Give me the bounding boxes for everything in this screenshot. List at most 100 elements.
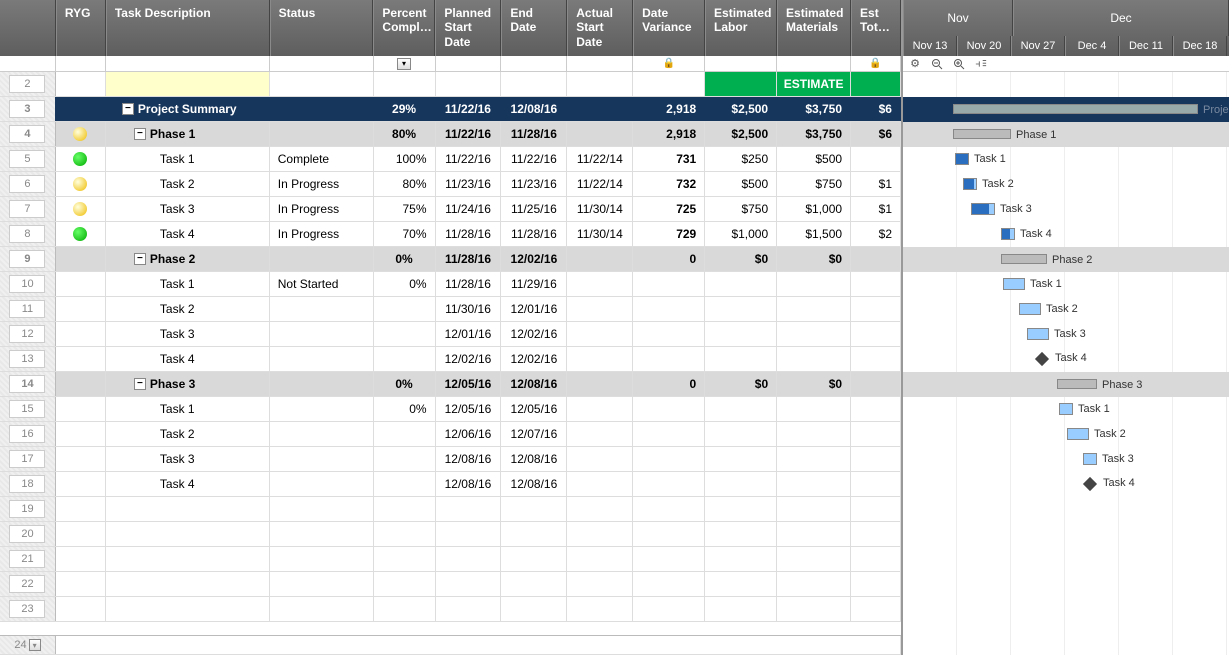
zoom-out-icon[interactable] [931, 58, 943, 70]
task-description-cell[interactable]: Task 1 [106, 147, 270, 171]
gantt-row[interactable]: Task 2 [903, 297, 1229, 322]
gantt-bar[interactable]: Task 2 [963, 178, 977, 190]
milestone-icon[interactable] [1083, 477, 1097, 491]
grid-row[interactable]: 3−Project Summary29%11/22/1612/08/162,91… [0, 97, 901, 122]
header-estimated-materials[interactable]: Estimated Materials [777, 0, 851, 56]
header-estimated-total[interactable]: Est Tot… [851, 0, 901, 56]
header-planned-start-date[interactable]: Planned Start Date [435, 0, 501, 56]
grid-row[interactable]: 10Task 1Not Started0%11/28/1611/29/16 [0, 272, 901, 297]
gantt-bar[interactable]: Project Summary [953, 104, 1198, 114]
row-number[interactable]: 21 [0, 547, 56, 571]
zoom-in-icon[interactable] [953, 58, 965, 70]
row-number[interactable]: 13 [0, 347, 56, 371]
gantt-bar[interactable]: Task 2 [1067, 428, 1089, 440]
row-number[interactable]: 2 [0, 72, 56, 96]
row-number[interactable]: 22 [0, 572, 56, 596]
collapse-icon[interactable]: − [134, 128, 146, 140]
task-description-cell[interactable]: Task 4 [106, 222, 270, 246]
gantt-bar[interactable]: Phase 2 [1001, 254, 1047, 264]
gantt-row[interactable]: Task 3 [903, 447, 1229, 472]
row-number[interactable]: 15 [0, 397, 56, 421]
grid-row[interactable]: 21 [0, 547, 901, 572]
row-number[interactable]: 16 [0, 422, 56, 446]
gear-icon[interactable]: ⚙ [909, 58, 921, 70]
row-number[interactable]: 5 [0, 147, 56, 171]
task-description-cell[interactable]: Task 3 [106, 322, 270, 346]
row-number[interactable]: 6 [0, 172, 56, 196]
gantt-row[interactable] [903, 497, 1229, 522]
grid-row[interactable]: 19 [0, 497, 901, 522]
timeline-week[interactable]: Nov 27 [1011, 36, 1065, 56]
chevron-down-icon[interactable]: ▾ [29, 639, 41, 651]
gantt-bar[interactable]: Task 3 [1083, 453, 1097, 465]
timeline-week[interactable]: Dec 11 [1119, 36, 1173, 56]
gantt-bar[interactable]: Task 1 [1003, 278, 1025, 290]
timeline-month[interactable]: Dec [1013, 0, 1229, 36]
task-description-cell[interactable]: Task 2 [106, 297, 270, 321]
task-description-cell[interactable]: −Phase 1 [106, 122, 270, 146]
grid-row[interactable]: 5Task 1Complete100%11/22/1611/22/1611/22… [0, 147, 901, 172]
row-number[interactable]: 18 [0, 472, 56, 496]
row-number[interactable]: 20 [0, 522, 56, 546]
grid-row[interactable]: 14−Phase 30%12/05/1612/08/160$0$0 [0, 372, 901, 397]
row-number[interactable]: 19 [0, 497, 56, 521]
grid-row[interactable]: 17Task 312/08/1612/08/16 [0, 447, 901, 472]
task-description-cell[interactable]: Task 2 [106, 172, 270, 196]
collapse-icon[interactable]: − [134, 253, 146, 265]
header-date-variance[interactable]: Date Variance [633, 0, 705, 56]
gantt-bar[interactable]: Task 1 [1059, 403, 1073, 415]
timeline-month[interactable]: Nov [903, 0, 1013, 36]
task-description-cell[interactable]: Task 3 [106, 197, 270, 221]
header-task-description[interactable]: Task Description [106, 0, 270, 56]
gantt-bar[interactable]: Task 3 [971, 203, 995, 215]
gantt-row[interactable]: Task 2 [903, 422, 1229, 447]
grid-row[interactable]: 4−Phase 180%11/22/1611/28/162,918$2,500$… [0, 122, 901, 147]
row-number[interactable]: 9 [0, 247, 56, 271]
grid-row[interactable]: 13Task 412/02/1612/02/16 [0, 347, 901, 372]
header-estimated-labor[interactable]: Estimated Labor [705, 0, 777, 56]
gantt-row[interactable]: Task 4 [903, 347, 1229, 372]
grid-body[interactable]: 2ESTIMATE3−Project Summary29%11/22/1612/… [0, 72, 901, 635]
grid-row[interactable]: 12Task 312/01/1612/02/16 [0, 322, 901, 347]
scroll-to-icon[interactable] [975, 58, 987, 70]
grid-row[interactable]: 22 [0, 572, 901, 597]
grid-row[interactable]: 20 [0, 522, 901, 547]
gantt-bar[interactable]: Phase 1 [953, 129, 1011, 139]
header-status[interactable]: Status [270, 0, 374, 56]
gantt-row[interactable]: Phase 2 [903, 247, 1229, 272]
row-number[interactable]: 11 [0, 297, 56, 321]
row-number[interactable]: 23 [0, 597, 56, 621]
grid-row[interactable]: 9−Phase 20%11/28/1612/02/160$0$0 [0, 247, 901, 272]
gantt-body[interactable]: Project Summary Phase 1 Task 1 Task 2 Task 3… [903, 72, 1229, 655]
grid-row[interactable]: 23 [0, 597, 901, 622]
grid-row[interactable]: 6Task 2In Progress80%11/23/1611/23/1611/… [0, 172, 901, 197]
row-number[interactable]: 10 [0, 272, 56, 296]
gantt-bar[interactable]: Task 4 [1001, 228, 1015, 240]
timeline-week[interactable]: Dec 4 [1065, 36, 1119, 56]
gantt-row[interactable]: Task 4 [903, 222, 1229, 247]
task-description-cell[interactable]: −Phase 3 [106, 372, 270, 396]
collapse-icon[interactable]: − [122, 103, 134, 115]
gantt-row[interactable]: Task 3 [903, 197, 1229, 222]
header-percent-complete[interactable]: Percent Compl… [373, 0, 435, 56]
gantt-row[interactable]: Project Summary [903, 97, 1229, 122]
grid-row[interactable]: 11Task 211/30/1612/01/16 [0, 297, 901, 322]
gantt-row[interactable]: Task 1 [903, 147, 1229, 172]
gantt-row[interactable]: Task 1 [903, 397, 1229, 422]
grid-row[interactable]: 16Task 212/06/1612/07/16 [0, 422, 901, 447]
gantt-row[interactable]: Phase 1 [903, 122, 1229, 147]
row-number[interactable]: 14 [0, 372, 56, 396]
task-description-cell[interactable]: −Phase 2 [106, 247, 270, 271]
row-number[interactable]: 12 [0, 322, 56, 346]
header-end-date[interactable]: End Date [501, 0, 567, 56]
collapse-icon[interactable]: − [134, 378, 146, 390]
task-description-cell[interactable]: Task 2 [106, 422, 270, 446]
task-description-cell[interactable]: Task 4 [106, 472, 270, 496]
gantt-bar[interactable]: Task 3 [1027, 328, 1049, 340]
task-description-cell[interactable]: −Project Summary [106, 97, 270, 121]
timeline-week[interactable]: Nov 20 [957, 36, 1011, 56]
gantt-row[interactable] [903, 72, 1229, 97]
gantt-row[interactable]: Task 2 [903, 172, 1229, 197]
row-number[interactable]: 7 [0, 197, 56, 221]
task-description-cell[interactable]: Task 3 [106, 447, 270, 471]
